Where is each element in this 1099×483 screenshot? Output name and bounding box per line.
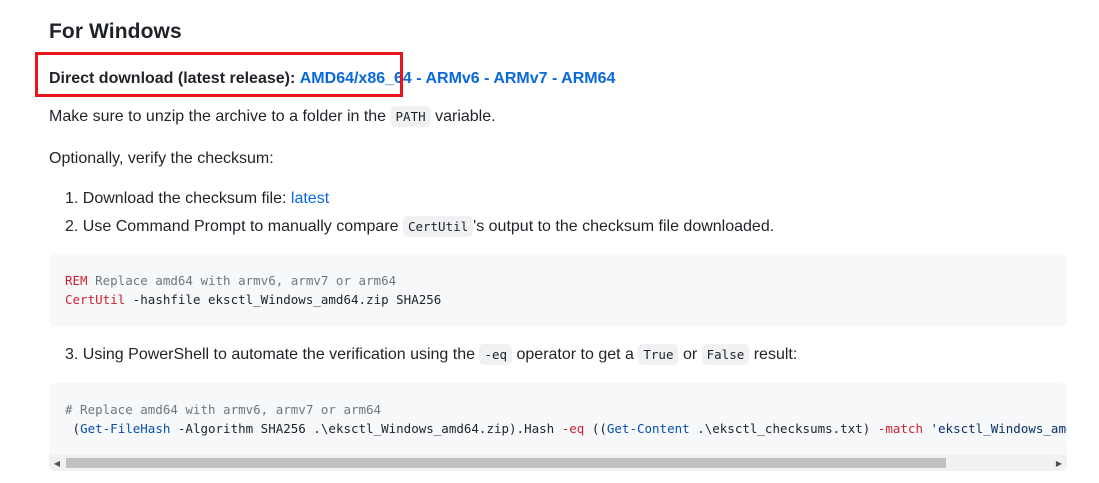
scroll-left-arrow-icon[interactable]: ◀ xyxy=(49,455,65,471)
list-item-step-3: 3. Using PowerShell to automate the veri… xyxy=(65,344,798,365)
false-code: False xyxy=(701,344,750,365)
horizontal-scrollbar[interactable]: ◀ ▶ xyxy=(49,455,1067,471)
code-string: 'eksctl_Windows_amd64.zip' xyxy=(930,421,1068,436)
section-heading: For Windows xyxy=(49,20,182,43)
certutil-code: CertUtil xyxy=(402,216,474,237)
code-text: (( xyxy=(584,421,607,436)
code-comment: # Replace amd64 with armv6, armv7 or arm… xyxy=(65,402,382,417)
code-keyword: REM xyxy=(65,273,88,288)
true-code: True xyxy=(638,344,679,365)
code-text: .\eksctl_checksums.txt) xyxy=(689,421,878,436)
unzip-text: Make sure to unzip the archive to a fold… xyxy=(49,108,387,125)
code-text: -Algorithm SHA256 .\eksctl_Windows_amd64… xyxy=(170,421,562,436)
code-text: Replace amd64 with armv6, armv7 or arm64 xyxy=(87,273,397,288)
link-separator: - xyxy=(411,70,426,87)
scroll-right-arrow-icon[interactable]: ▶ xyxy=(1051,455,1067,471)
checksum-latest-link[interactable]: latest xyxy=(291,190,329,207)
code-block-certutil[interactable]: REM Replace amd64 with armv6, armv7 or a… xyxy=(49,254,1067,326)
step-number: 2. xyxy=(65,218,79,235)
link-armv6[interactable]: ARMv6 xyxy=(425,70,479,87)
code-cmdlet: Get-Content xyxy=(606,421,690,436)
code-cmdlet: Get-FileHash xyxy=(80,421,171,436)
scroll-thumb[interactable] xyxy=(66,458,946,468)
step-number: 3. xyxy=(65,346,79,363)
step-text: Download the checksum file: xyxy=(82,190,287,207)
code-content: # Replace amd64 with armv6, armv7 or arm… xyxy=(65,400,1067,438)
list-item-step-2: 2. Use Command Prompt to manually compar… xyxy=(65,216,775,237)
code-keyword: CertUtil xyxy=(65,292,126,307)
step-text: result: xyxy=(753,346,798,363)
step-text-after: 's output to the checksum file downloade… xyxy=(473,218,775,235)
link-separator: - xyxy=(479,70,494,87)
code-block-powershell[interactable]: # Replace amd64 with armv6, armv7 or arm… xyxy=(49,383,1067,471)
code-text: -hashfile eksctl_Windows_amd64.zip SHA25… xyxy=(125,292,442,307)
path-code: PATH xyxy=(390,106,431,127)
step-text: or xyxy=(682,346,698,363)
eq-code: -eq xyxy=(479,344,513,365)
verify-intro: Optionally, verify the checksum: xyxy=(49,150,274,167)
link-armv7[interactable]: ARMv7 xyxy=(493,70,547,87)
link-arm64[interactable]: ARM64 xyxy=(561,70,615,87)
step-text: Use Command Prompt to manually compare xyxy=(82,218,399,235)
unzip-text-after: variable. xyxy=(435,108,496,125)
list-item-step-1: 1. Download the checksum file: latest xyxy=(65,190,329,208)
code-operator: -eq xyxy=(561,421,585,436)
unzip-paragraph: Make sure to unzip the archive to a fold… xyxy=(49,106,496,127)
link-separator: - xyxy=(547,70,562,87)
code-content: REM Replace amd64 with armv6, armv7 or a… xyxy=(65,271,441,309)
code-text: ( xyxy=(65,421,81,436)
step-text: operator to get a xyxy=(516,346,634,363)
step-number: 1. xyxy=(65,190,79,207)
highlight-annotation-box xyxy=(35,52,403,97)
code-operator: -match xyxy=(877,421,923,436)
step-text: Using PowerShell to automate the verific… xyxy=(82,346,476,363)
